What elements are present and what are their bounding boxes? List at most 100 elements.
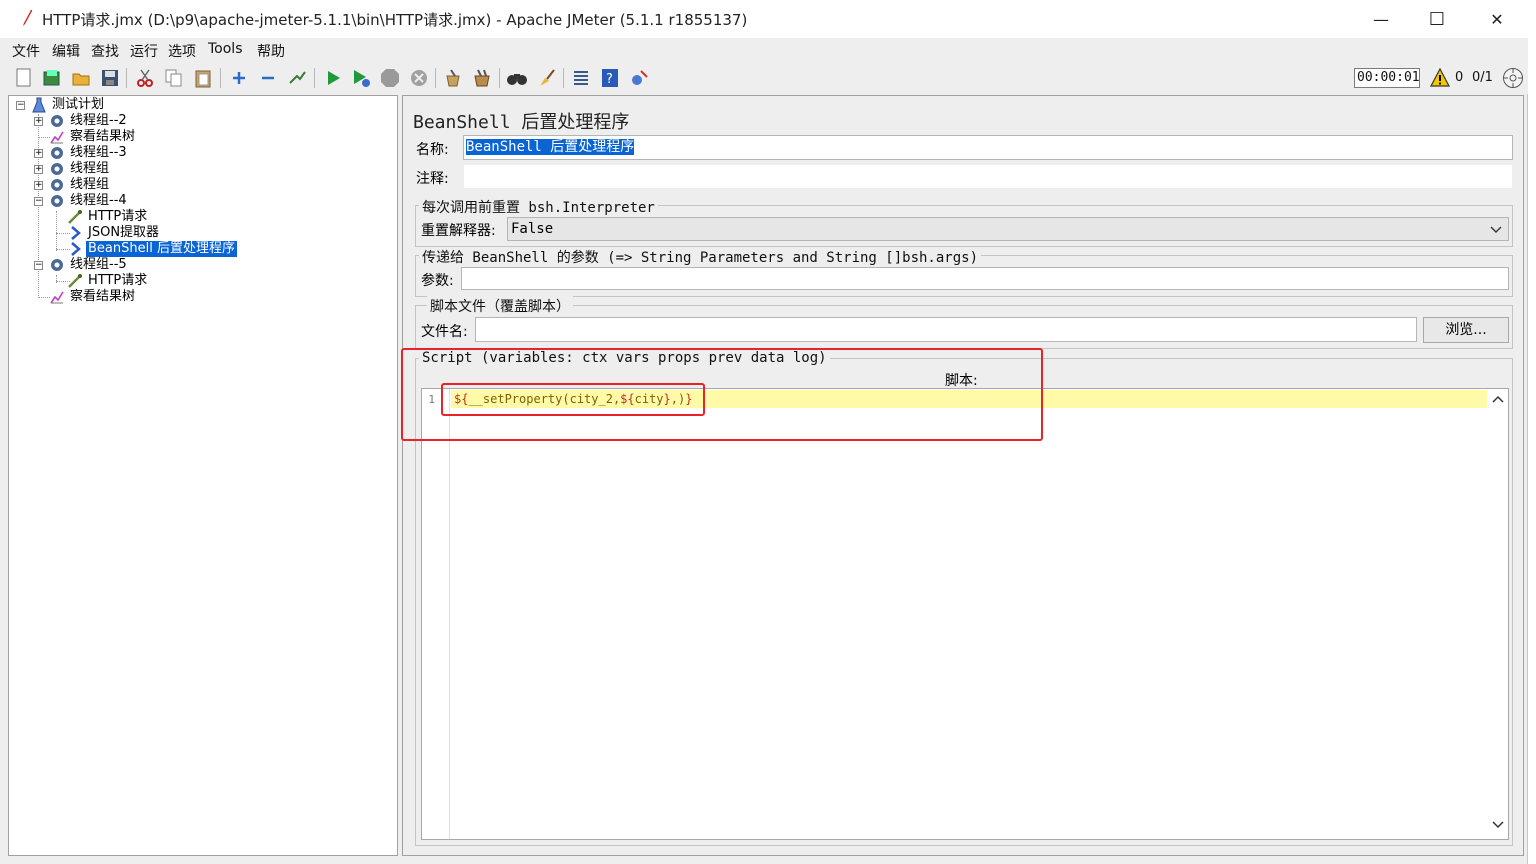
- start-no-pauses-icon[interactable]: [350, 67, 372, 89]
- tree-node-label: 测试计划: [52, 97, 105, 112]
- comment-input[interactable]: [463, 164, 1513, 189]
- tree-node-test-plan[interactable]: 测试计划: [31, 97, 106, 113]
- maximize-button[interactable]: ☐: [1414, 0, 1460, 38]
- thread-group-gear-icon: [49, 113, 65, 129]
- tree-expand-toggle[interactable]: +: [34, 117, 43, 126]
- templates-icon[interactable]: [41, 67, 63, 89]
- tree-node-label: HTTP请求: [88, 273, 148, 288]
- expand-icon[interactable]: [228, 67, 250, 89]
- tree-collapse-toggle[interactable]: −: [16, 101, 25, 110]
- collapse-icon[interactable]: [257, 67, 279, 89]
- new-icon[interactable]: [13, 67, 35, 89]
- tree-node-label: 线程组--4: [70, 193, 127, 208]
- reset-interpreter-select[interactable]: False: [507, 217, 1509, 241]
- reset-interpreter-legend: 每次调用前重置 bsh.Interpreter: [419, 197, 658, 217]
- warning-icon[interactable]: [1430, 68, 1450, 88]
- help-icon[interactable]: ?: [599, 67, 621, 89]
- post-processor-arrow-icon: [67, 225, 83, 241]
- tree-node-thread-group-3[interactable]: 线程组--3: [49, 145, 129, 161]
- thread-group-gear-icon: [49, 161, 65, 177]
- script-file-legend: 脚本文件（覆盖脚本）: [427, 296, 573, 316]
- search-binoculars-icon[interactable]: [506, 67, 528, 89]
- error-count: 0: [1455, 70, 1464, 85]
- menu-help[interactable]: 帮助: [257, 41, 285, 61]
- save-icon[interactable]: [99, 67, 121, 89]
- tree-expand-toggle[interactable]: +: [34, 181, 43, 190]
- menu-tools[interactable]: Tools: [208, 41, 243, 57]
- function-helper-icon[interactable]: [570, 67, 592, 89]
- shutdown-icon[interactable]: [408, 67, 430, 89]
- menu-file[interactable]: 文件: [12, 41, 40, 61]
- clear-all-icon[interactable]: [471, 67, 493, 89]
- jmeter-window: HTTP请求.jmx (D:\p9\apache-jmeter-5.1.1\bi…: [0, 0, 1528, 864]
- reset-search-broom-icon[interactable]: [535, 67, 557, 89]
- parameters-input[interactable]: [461, 267, 1509, 290]
- name-input[interactable]: BeanShell 后置处理程序: [463, 135, 1513, 160]
- panel-title: BeanShell 后置处理程序: [413, 112, 630, 133]
- tree-node-http-request[interactable]: HTTP请求: [67, 209, 149, 225]
- clear-icon[interactable]: [442, 67, 464, 89]
- close-button[interactable]: ✕: [1474, 0, 1520, 38]
- tree-node-thread-group-b[interactable]: 线程组: [49, 177, 111, 193]
- test-plan-tree: − 测试计划 + 线程组--2 察看结果树 + 线程组--3 + 线程组 + 线…: [8, 95, 398, 856]
- tree-node-thread-group-a[interactable]: 线程组: [49, 161, 111, 177]
- tree-node-view-results-tree-2[interactable]: 察看结果树: [49, 289, 137, 305]
- tree-expand-toggle[interactable]: +: [34, 165, 43, 174]
- comment-label: 注释:: [416, 171, 449, 187]
- tree-node-thread-group-2[interactable]: 线程组--2: [49, 113, 129, 129]
- paste-icon[interactable]: [192, 67, 214, 89]
- tree-node-label: 线程组--5: [70, 257, 127, 272]
- toolbar-separator: [563, 68, 564, 88]
- toolbar-separator: [126, 68, 127, 88]
- tree-node-label: 察看结果树: [70, 289, 136, 304]
- file-name-input[interactable]: [475, 317, 1417, 342]
- cut-icon[interactable]: [134, 67, 156, 89]
- maximize-icon: ☐: [1428, 8, 1446, 30]
- tree-node-label: HTTP请求: [88, 209, 148, 224]
- scroll-up-icon[interactable]: [1492, 395, 1504, 403]
- tree-collapse-toggle[interactable]: −: [34, 261, 43, 270]
- tree-node-json-extractor[interactable]: JSON提取器: [67, 225, 161, 241]
- menu-run[interactable]: 运行: [130, 41, 158, 61]
- script-editor[interactable]: 1 ${__setProperty(city_2,${city},)}: [421, 388, 1509, 840]
- name-value: BeanShell 后置处理程序: [466, 139, 635, 155]
- tree-node-label: 线程组: [70, 161, 110, 176]
- editor-scrollbar[interactable]: [1488, 389, 1508, 839]
- minimize-icon: —: [1373, 9, 1389, 29]
- file-name-label: 文件名:: [421, 324, 468, 340]
- tree-expand-toggle[interactable]: +: [34, 149, 43, 158]
- minimize-button[interactable]: —: [1358, 0, 1404, 38]
- close-icon: ✕: [1490, 9, 1504, 29]
- thread-group-gear-icon: [49, 145, 65, 161]
- toolbar: ? 00:00:01 0 0/1: [0, 62, 1528, 94]
- tree-collapse-toggle[interactable]: −: [34, 197, 43, 206]
- menu-edit[interactable]: 编辑: [52, 41, 80, 61]
- menu-search[interactable]: 查找: [91, 41, 119, 61]
- active-threads: 0/1: [1472, 70, 1493, 85]
- stop-icon[interactable]: [379, 67, 401, 89]
- tree-node-label: 察看结果树: [70, 129, 136, 144]
- tree-node-http-request-2[interactable]: HTTP请求: [67, 273, 149, 289]
- scroll-down-icon[interactable]: [1492, 821, 1504, 829]
- tree-node-label: JSON提取器: [88, 225, 160, 240]
- browse-button[interactable]: 浏览...: [1423, 317, 1509, 343]
- toggle-icon[interactable]: [286, 67, 308, 89]
- test-plan-icon: [31, 97, 47, 113]
- open-icon[interactable]: [70, 67, 92, 89]
- results-tree-icon: [49, 289, 65, 305]
- window-title: HTTP请求.jmx (D:\p9\apache-jmeter-5.1.1\bi…: [42, 11, 748, 29]
- results-tree-icon: [49, 129, 65, 145]
- copy-icon[interactable]: [163, 67, 185, 89]
- toolbar-separator: [220, 68, 221, 88]
- tree-node-view-results-tree[interactable]: 察看结果树: [49, 129, 137, 145]
- http-sampler-pipette-icon: [67, 273, 83, 289]
- start-icon[interactable]: [322, 67, 344, 89]
- remote-globe-icon[interactable]: [1502, 67, 1524, 89]
- tree-node-beanshell-postprocessor[interactable]: BeanShell 后置处理程序: [67, 241, 237, 257]
- menu-options[interactable]: 选项: [168, 41, 196, 61]
- remote-start-icon[interactable]: [628, 67, 650, 89]
- tree-connector: [38, 114, 39, 298]
- tree-node-label: 线程组: [70, 177, 110, 192]
- tree-node-thread-group-4[interactable]: 线程组--4: [49, 193, 129, 209]
- tree-node-thread-group-5[interactable]: 线程组--5: [49, 257, 129, 273]
